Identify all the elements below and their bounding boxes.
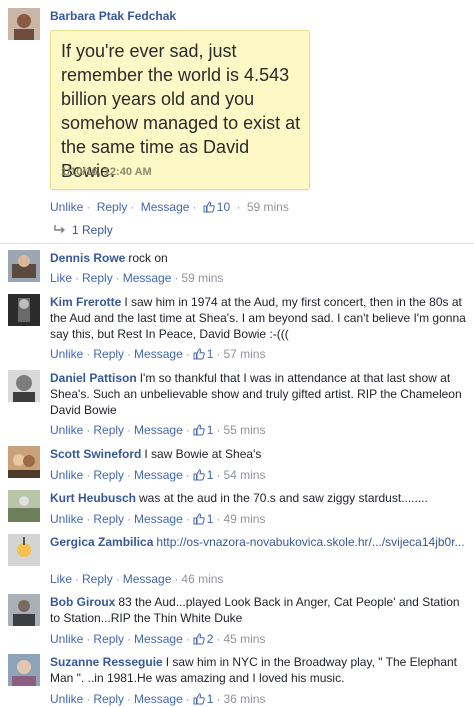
comment-actions: Unlike · Reply · Message · 1 · 55 mins: [50, 423, 266, 437]
comment-actions: Like · Reply · Message · 59 mins: [50, 271, 224, 285]
timestamp[interactable]: 59 mins: [247, 200, 289, 214]
timestamp[interactable]: 55 mins: [223, 423, 265, 437]
comment-text: Scott Swineford I saw Bowie at Shea's: [50, 446, 466, 462]
comment-author[interactable]: Kim Frerotte: [50, 295, 121, 309]
unlike-link[interactable]: Unlike: [50, 423, 83, 437]
reply-link[interactable]: Reply: [93, 692, 124, 706]
reply-link[interactable]: Reply: [82, 271, 113, 285]
quote-line: somehow managed to exist at: [61, 113, 301, 133]
comment-text: Daniel Pattison I'm so thankful that I wa…: [50, 370, 466, 418]
comment-actions: Unlike · Reply · Message · 2 · 45 mins: [50, 632, 266, 646]
post-author-name[interactable]: Barbara Ptak Fedchak: [50, 9, 176, 23]
message-link[interactable]: Message: [134, 468, 183, 482]
message-link[interactable]: Message: [134, 347, 183, 361]
post-actions: Unlike · Reply · Message · 10 · 59 mins: [50, 200, 289, 214]
like-link[interactable]: Like: [50, 271, 72, 285]
reply-link[interactable]: Reply: [93, 632, 124, 646]
unlike-link[interactable]: Unlike: [50, 692, 83, 706]
thumbs-up-icon: [193, 513, 205, 525]
like-count[interactable]: 1: [193, 692, 213, 706]
quote-text: If you're ever sad, just remember the wo…: [61, 39, 305, 183]
comment-author[interactable]: Gergica Zambilica: [50, 535, 153, 549]
like-link[interactable]: Like: [50, 572, 72, 586]
comment-text: Bob Giroux 83 the Aud...played Look Back …: [50, 594, 466, 626]
view-replies-link[interactable]: 1 Reply: [54, 223, 113, 237]
like-count[interactable]: 2: [193, 632, 213, 646]
timestamp[interactable]: 54 mins: [223, 468, 265, 482]
comment-text: Kurt Heubusch was at the aud in the 70.s …: [50, 490, 466, 506]
reply-link[interactable]: Reply: [93, 468, 124, 482]
avatar[interactable]: [8, 490, 40, 522]
message-link[interactable]: Message: [123, 572, 172, 586]
comment-text: Kim Frerotte I saw him in 1974 at the Aud…: [50, 294, 466, 342]
comment-actions: Unlike · Reply · Message · 1 · 36 mins: [50, 692, 266, 706]
comment-author[interactable]: Suzanne Resseguie: [50, 655, 163, 669]
unlike-link[interactable]: Unlike: [50, 347, 83, 361]
quote-line: remember the world is 4.543: [61, 65, 290, 85]
comment-text: Dennis Rowe rock on: [50, 250, 466, 266]
message-link[interactable]: Message: [134, 632, 183, 646]
comment-author[interactable]: Bob Giroux: [50, 595, 115, 609]
timestamp[interactable]: 49 mins: [223, 512, 265, 526]
reply-link[interactable]: Reply: [93, 347, 124, 361]
comment-body: rock on: [128, 251, 168, 265]
reply-link[interactable]: Reply: [93, 512, 124, 526]
comment-actions: Like · Reply · Message · 46 mins: [50, 572, 224, 586]
comment-text: Suzanne Resseguie I saw him in NYC in the…: [50, 654, 466, 686]
avatar[interactable]: [8, 654, 40, 686]
thumbs-up-icon: [193, 469, 205, 481]
like-count[interactable]: 1: [193, 512, 213, 526]
comment-body: was at the aud in the 70.s and saw ziggy…: [139, 491, 428, 505]
quote-line: If you're ever sad, just: [61, 41, 237, 61]
timestamp[interactable]: 57 mins: [223, 347, 265, 361]
like-count[interactable]: 1: [193, 423, 213, 437]
reply-link[interactable]: Reply: [82, 572, 113, 586]
reply-link[interactable]: Reply: [97, 200, 128, 214]
quote-date: 1/10/16, 12:40 AM: [61, 166, 152, 178]
avatar[interactable]: [8, 370, 40, 402]
message-link[interactable]: Message: [134, 512, 183, 526]
thumbs-up-icon: [193, 633, 205, 645]
unlike-link[interactable]: Unlike: [50, 632, 83, 646]
reply-link[interactable]: Reply: [93, 423, 124, 437]
timestamp[interactable]: 46 mins: [181, 572, 223, 586]
thumbs-up-icon: [203, 201, 215, 213]
comment-author[interactable]: Dennis Rowe: [50, 251, 125, 265]
quote-image-card: If you're ever sad, just remember the wo…: [50, 30, 310, 190]
comment-author[interactable]: Daniel Pattison: [50, 371, 137, 385]
timestamp[interactable]: 59 mins: [181, 271, 223, 285]
comment-author[interactable]: Scott Swineford: [50, 447, 141, 461]
comment-actions: Unlike · Reply · Message · 1 · 54 mins: [50, 468, 266, 482]
thumbs-up-icon: [193, 693, 205, 705]
avatar[interactable]: [8, 294, 40, 326]
avatar[interactable]: [8, 534, 40, 566]
comment-text: Gergica Zambilica http://os-vnazora-novab…: [50, 534, 466, 550]
quote-line: billion years old and you: [61, 89, 255, 109]
thumbs-up-icon: [193, 424, 205, 436]
divider: [0, 243, 474, 244]
timestamp[interactable]: 45 mins: [223, 632, 265, 646]
comment-body: I saw Bowie at Shea's: [144, 447, 262, 461]
avatar[interactable]: [8, 446, 40, 478]
thumbs-up-icon: [193, 348, 205, 360]
like-count[interactable]: 1: [193, 347, 213, 361]
comment-actions: Unlike · Reply · Message · 1 · 57 mins: [50, 347, 266, 361]
timestamp[interactable]: 36 mins: [223, 692, 265, 706]
comment-link[interactable]: http://os-vnazora-novabukovica.skole.hr/…: [156, 535, 464, 549]
like-count[interactable]: 10: [203, 200, 234, 214]
reply-arrow-icon: [54, 223, 68, 237]
unlike-link[interactable]: Unlike: [50, 512, 83, 526]
avatar[interactable]: [8, 594, 40, 626]
comment-actions: Unlike · Reply · Message · 1 · 49 mins: [50, 512, 266, 526]
avatar[interactable]: [8, 250, 40, 282]
like-count[interactable]: 1: [193, 468, 213, 482]
unlike-link[interactable]: Unlike: [50, 200, 83, 214]
message-link[interactable]: Message: [141, 200, 190, 214]
comment-author[interactable]: Kurt Heubusch: [50, 491, 136, 505]
message-link[interactable]: Message: [134, 692, 183, 706]
post-author-avatar[interactable]: [8, 8, 40, 40]
message-link[interactable]: Message: [123, 271, 172, 285]
unlike-link[interactable]: Unlike: [50, 468, 83, 482]
message-link[interactable]: Message: [134, 423, 183, 437]
